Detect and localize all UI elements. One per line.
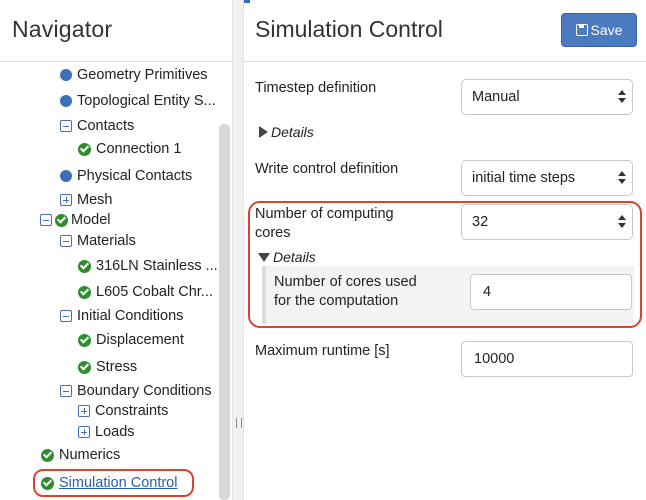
tree-item-topological-entity[interactable]: Topological Entity S... [60, 93, 216, 109]
tree-item-constraints[interactable]: Constraints [78, 403, 168, 419]
collapse-icon[interactable] [40, 214, 52, 226]
simulation-control-panel: Simulation Control Save Timestep definit… [244, 0, 646, 500]
page-title: Simulation Control [255, 16, 443, 42]
tree-item-label: Displacement [96, 332, 184, 348]
max-runtime-input[interactable]: 10000 [461, 341, 633, 377]
select-arrows-icon [618, 90, 626, 104]
tree-item-initial-conditions[interactable]: Initial Conditions [60, 308, 183, 324]
details-label: Details [271, 124, 314, 140]
navigator-tree: Geometry Primitives Topological Entity S… [0, 62, 218, 500]
expand-icon[interactable] [60, 194, 72, 206]
select-value: initial time steps [472, 170, 576, 186]
circle-dot-icon [60, 95, 72, 107]
check-circle-icon [78, 142, 91, 156]
caret-right-icon [259, 126, 268, 138]
tree-item-physical-contacts[interactable]: Physical Contacts [60, 168, 192, 184]
highlight-annotation-cores [248, 201, 642, 328]
tree-item-label: Materials [77, 233, 136, 249]
circle-dot-icon [60, 170, 72, 182]
tree-item-label: Contacts [77, 118, 135, 134]
check-circle-icon [41, 448, 54, 462]
tree-item-label: Loads [95, 424, 135, 440]
splitter-grip-icon[interactable] [236, 418, 242, 428]
timestep-definition-label: Timestep definition [255, 80, 377, 96]
tree-item-boundary-conditions[interactable]: Boundary Conditions [60, 383, 212, 399]
circle-dot-icon [60, 69, 72, 81]
timestep-definition-select[interactable]: Manual [461, 79, 633, 115]
tree-item-geometry-primitives[interactable]: Geometry Primitives [60, 67, 208, 83]
select-value: Manual [472, 89, 520, 105]
collapse-icon[interactable] [60, 235, 72, 247]
tree-item-displacement[interactable]: Displacement [78, 332, 184, 348]
tree-item-label: Geometry Primitives [77, 67, 208, 83]
tree-item-contacts[interactable]: Contacts [60, 118, 134, 134]
expand-icon[interactable] [78, 405, 90, 417]
tree-item-label: Initial Conditions [77, 308, 184, 324]
collapse-icon[interactable] [60, 385, 72, 397]
tree-item-label: Topological Entity S... [77, 93, 216, 109]
tree-item-label: L605 Cobalt Chr... [96, 284, 213, 300]
tree-item-label: Constraints [95, 403, 169, 419]
expand-icon[interactable] [78, 426, 90, 438]
panel-splitter[interactable] [232, 0, 244, 500]
tree-item-label: Boundary Conditions [77, 383, 212, 399]
check-circle-icon [55, 213, 68, 227]
tree-item-label: Physical Contacts [77, 168, 193, 184]
tree-item-stress[interactable]: Stress [78, 359, 137, 375]
collapse-icon[interactable] [60, 120, 72, 132]
details-toggle[interactable]: Details [259, 124, 314, 140]
save-button[interactable]: Save [561, 13, 637, 47]
tree-item-l605-cobalt[interactable]: L605 Cobalt Chr... [78, 284, 213, 300]
tree-item-label: 316LN Stainless ... [96, 258, 218, 274]
max-runtime-label: Maximum runtime [s] [255, 343, 390, 359]
write-control-select[interactable]: initial time steps [461, 160, 633, 196]
highlight-annotation-nav [33, 469, 194, 497]
tree-item-label: Connection 1 [96, 141, 182, 157]
tree-item-mesh[interactable]: Mesh [60, 192, 112, 208]
select-arrows-icon [618, 171, 626, 185]
tree-item-loads[interactable]: Loads [78, 424, 135, 440]
navigator-panel: Navigator Geometry Primitives Topologica… [0, 0, 232, 500]
tree-item-label: Stress [96, 359, 138, 375]
floppy-disk-icon [575, 24, 588, 36]
check-circle-icon [78, 360, 91, 374]
tree-item-model[interactable]: Model [40, 212, 111, 228]
tree-item-label: Model [71, 212, 111, 228]
tree-item-label: Numerics [59, 447, 121, 463]
header-divider [244, 61, 646, 62]
tree-item-materials[interactable]: Materials [60, 233, 136, 249]
tree-item-numerics[interactable]: Numerics [41, 447, 120, 463]
navigator-title: Navigator [12, 16, 113, 42]
tree-item-label: Mesh [77, 192, 113, 208]
tree-item-316ln-stainless[interactable]: 316LN Stainless ... [78, 258, 218, 274]
check-circle-icon [78, 333, 91, 347]
check-circle-icon [78, 259, 91, 273]
save-button-label: Save [590, 22, 623, 38]
write-control-label: Write control definition [255, 161, 399, 177]
tree-item-connection-1[interactable]: Connection 1 [78, 141, 181, 157]
navigator-scrollbar[interactable] [219, 124, 230, 500]
collapse-icon[interactable] [60, 310, 72, 322]
check-circle-icon [78, 285, 91, 299]
